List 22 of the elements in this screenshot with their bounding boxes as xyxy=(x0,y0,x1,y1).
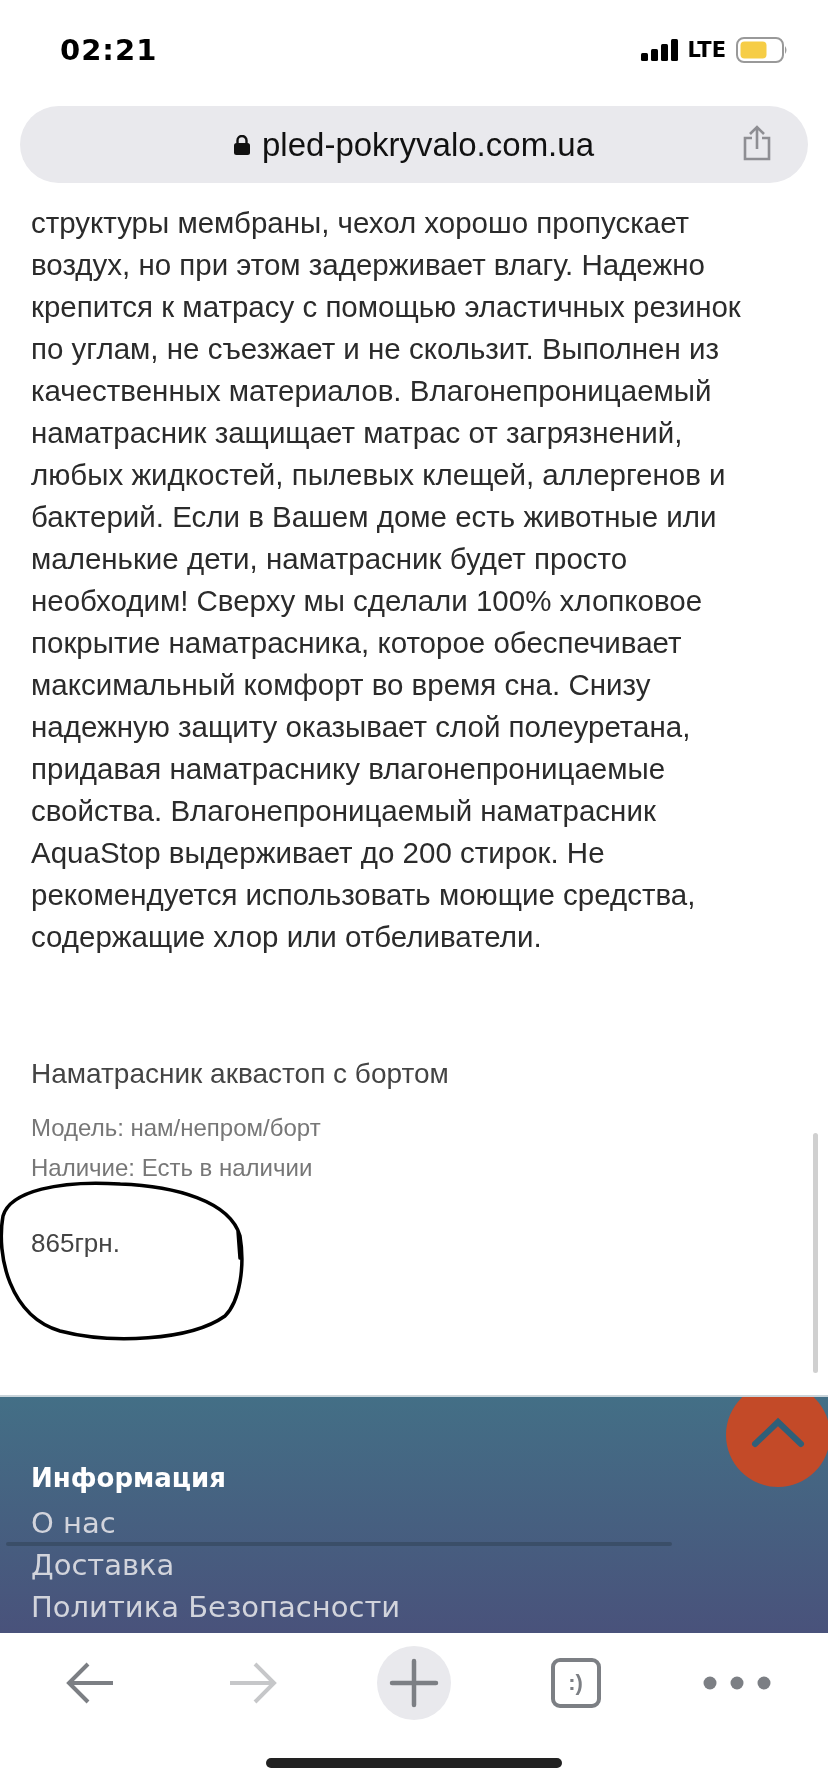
url-text: pled-pokryvalo.com.ua xyxy=(262,125,594,164)
arrow-right-icon xyxy=(227,1661,278,1705)
product-availability: Наличие: Есть в наличии xyxy=(31,1153,314,1183)
arrow-left-icon xyxy=(65,1661,116,1705)
description-paragraph: структуры мембраны, чехол хорошо пропускает воздух, но при этом задерживает влагу. Надежно крепится к матрасу с помощью эластичных резинок по углам, не съезжает и не скользит. Выполнен из качественных материалов. Влагонепроницаемый наматрасник защищает матрас от загрязнений, любых жидкостей, пылевых клещей, аллергенов и бактерий. Если в Вашем доме есть животные или маленькие дети, наматрасник будет просто необходим! Сверху мы сделали 100% хлопковое покрытие наматрасника, которое обеспечивает максимальный комфорт во время сна. Снизу надежную защиту оказывает слой полеуретана, придавая наматраснику влагонепроницаемые свойства. Влагонепроницаемый наматрасник AquaStop выдерживает до 200 стирок. Не рекомендуется использовать моющие средства, содержащие хлор или отбеливатели. xyxy=(31,205,742,955)
battery-icon xyxy=(736,37,788,63)
footer-link[interactable]: Доставка xyxy=(31,1547,175,1583)
lock-icon xyxy=(234,134,250,155)
product-title: Наматрасник аквастоп с бортом xyxy=(31,1058,450,1090)
product-model: Модель: нам/непром/борт xyxy=(31,1113,322,1143)
address-bar[interactable]: pled-pokryvalo.com.ua xyxy=(20,106,808,183)
network-label: LTE xyxy=(687,38,726,62)
tabs-button[interactable]: :) xyxy=(538,1646,613,1720)
more-icon xyxy=(702,1675,773,1691)
share-icon[interactable] xyxy=(742,125,772,161)
chevron-up-icon xyxy=(751,1416,805,1448)
plus-icon xyxy=(389,1658,439,1708)
footer-link[interactable]: О нас xyxy=(31,1505,116,1541)
product-price: 865грн. xyxy=(31,1228,120,1259)
footer-heading: Информация xyxy=(31,1463,227,1493)
status-time: 02:21 xyxy=(60,33,158,67)
footer-link[interactable]: Политика Безопасности xyxy=(31,1589,401,1625)
